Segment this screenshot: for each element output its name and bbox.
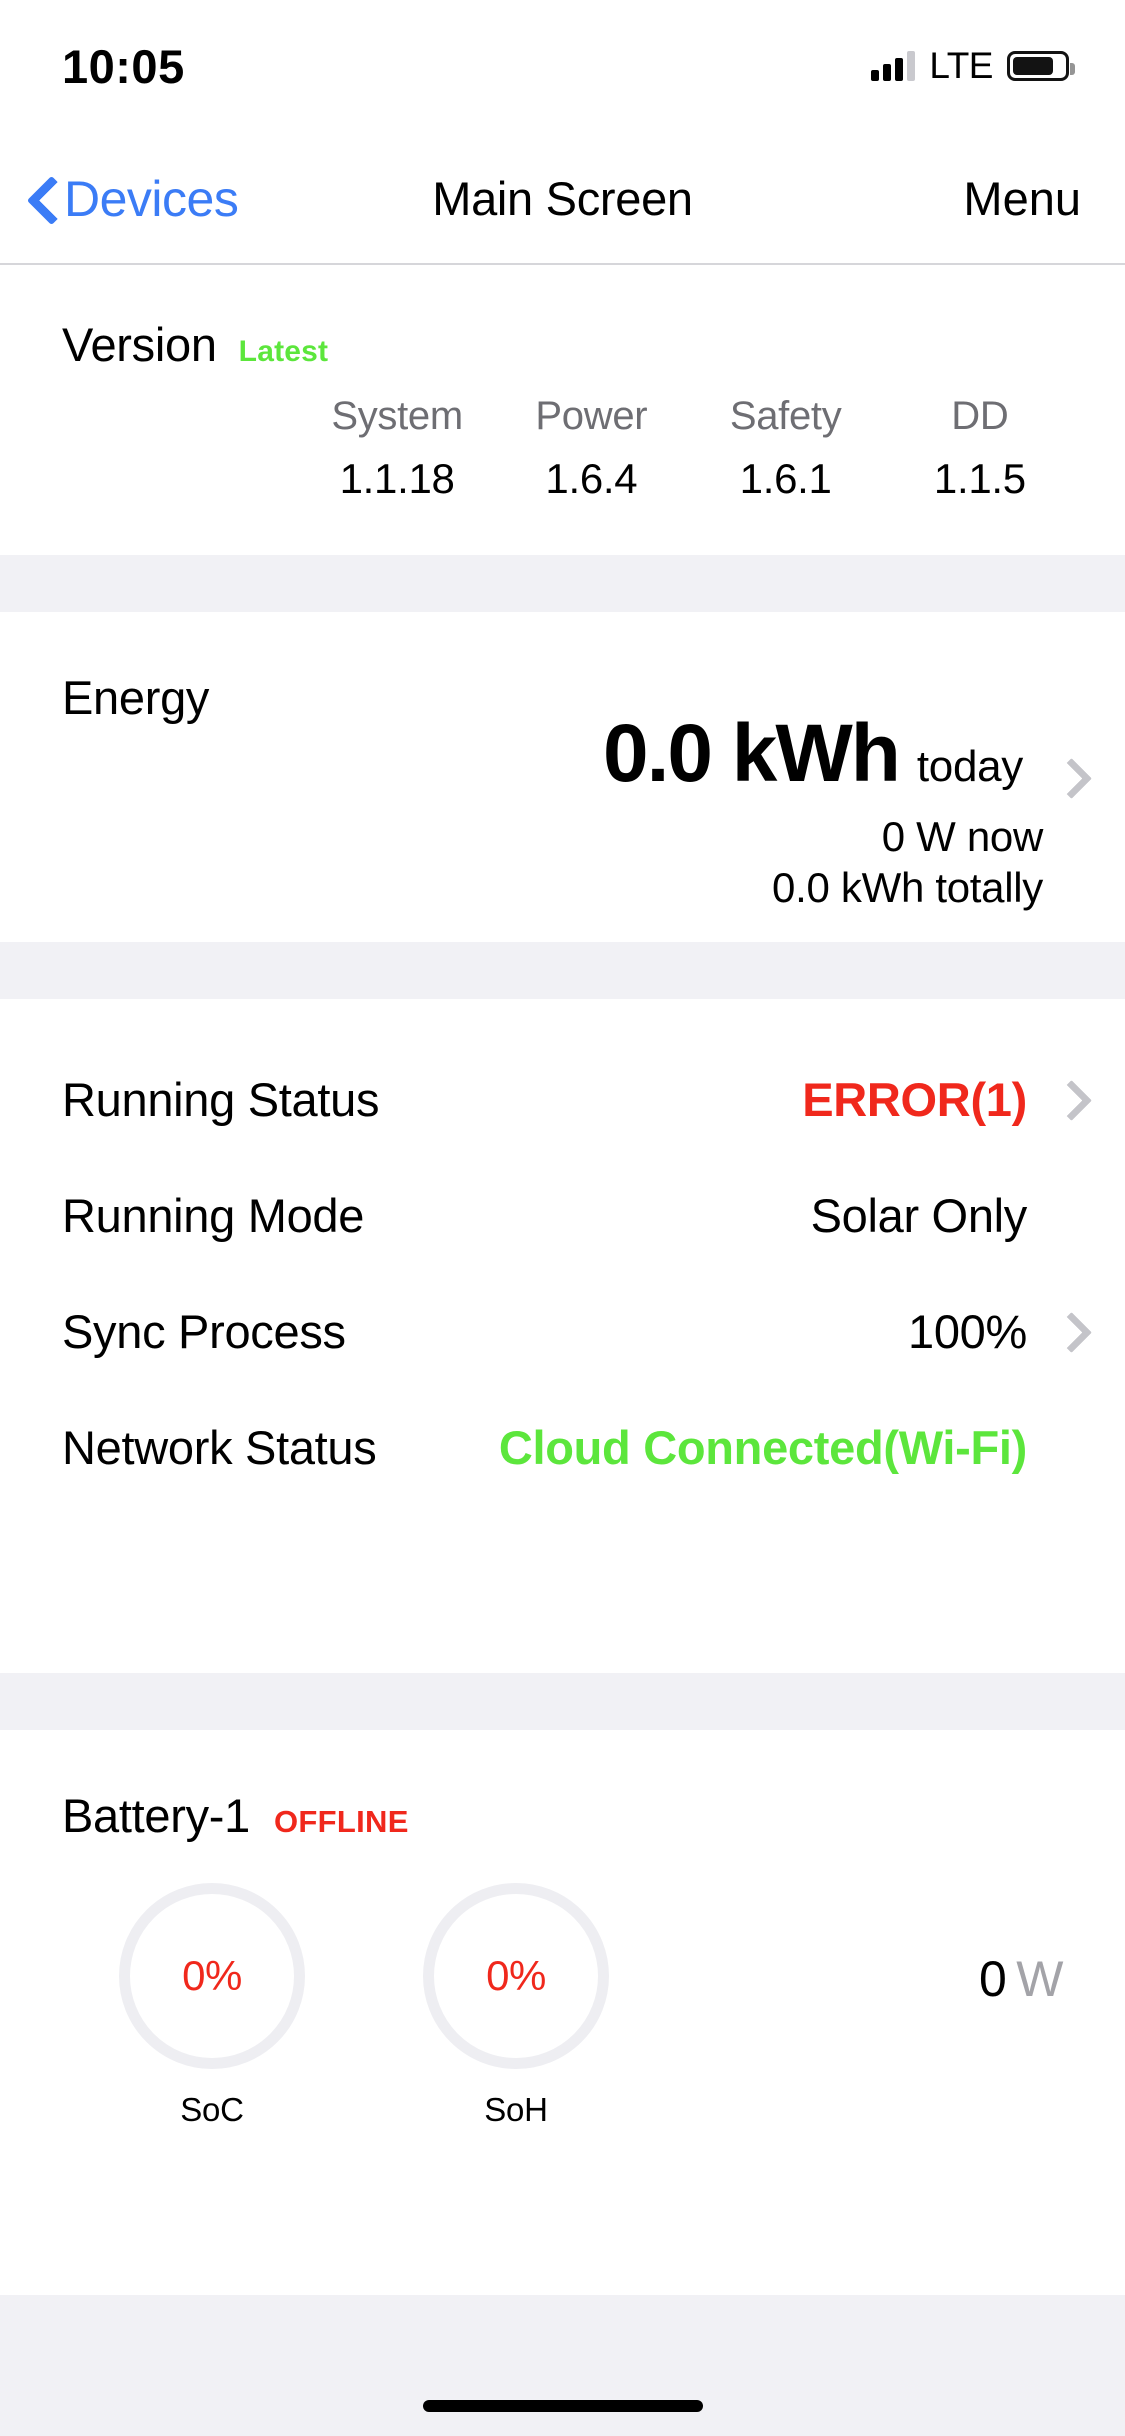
row-sync-process[interactable]: Sync Process 100%	[0, 1273, 1125, 1389]
version-label: Safety	[729, 394, 842, 438]
version-status-badge: Latest	[238, 335, 329, 368]
battery-power: 0 W	[978, 1950, 1064, 2062]
version-value: 1.1.18	[339, 455, 455, 502]
version-column-dd: DD 1.1.5	[883, 394, 1077, 503]
version-column-power: Power 1.6.4	[494, 394, 688, 503]
row-value: Solar Only	[810, 1188, 1028, 1242]
energy-today-suffix: today	[916, 742, 1023, 791]
row-label: Running Status	[62, 1072, 380, 1126]
battery-power-unit: W	[1016, 1951, 1063, 2007]
version-title: Version	[62, 318, 217, 371]
energy-today-value: 0.0 kWh	[602, 708, 901, 799]
chevron-right-icon[interactable]	[1057, 1080, 1079, 1118]
chevron-right-icon[interactable]	[1057, 758, 1079, 796]
gauge-ring: 0%	[119, 1883, 305, 2069]
gauge-label: SoH	[484, 2091, 548, 2128]
gauge-value: 0%	[486, 1952, 546, 1999]
status-bar-indicators: LTE	[871, 45, 1075, 87]
bottom-area	[0, 2295, 1125, 2436]
energy-sub-values: 0 W now 0.0 kWh totally	[0, 811, 1125, 913]
chevron-right-icon[interactable]	[1057, 1312, 1079, 1350]
row-label: Network Status	[62, 1420, 377, 1474]
battery-icon	[1007, 51, 1075, 81]
battery-gauges: 0% SoC 0% SoH 0 W	[0, 1843, 1125, 2129]
version-header: Version Latest	[0, 265, 1125, 372]
section-divider	[0, 1673, 1125, 1730]
battery-header: Battery-1 OFFLINE	[0, 1730, 1125, 1843]
energy-total-value: 0.0 kWh totally	[772, 864, 1043, 912]
gauge-ring: 0%	[423, 1883, 609, 2069]
energy-card[interactable]: Energy 0.0 kWh today 0 W now 0.0 kWh tot…	[0, 612, 1125, 942]
energy-now-value: 0 W now	[881, 813, 1044, 860]
home-indicator	[422, 2400, 703, 2412]
navigation-bar: Devices Main Screen Menu	[0, 132, 1125, 265]
status-badge: ERROR(1)	[802, 1072, 1027, 1126]
app-screen: 10:05 LTE Devices Main Screen Menu Versi…	[0, 0, 1125, 2436]
status-bar: 10:05 LTE	[0, 0, 1125, 132]
status-bar-time: 10:05	[62, 39, 185, 93]
version-value: 1.6.4	[545, 455, 638, 502]
version-grid: System 1.1.18 Power 1.6.4 Safety 1.6.1 D…	[0, 372, 1125, 503]
section-divider	[0, 555, 1125, 612]
version-card: Version Latest System 1.1.18 Power 1.6.4…	[0, 265, 1125, 555]
version-value: 1.6.1	[739, 455, 832, 502]
battery-status-badge: OFFLINE	[274, 1804, 409, 1839]
network-status-badge: Cloud Connected(Wi-Fi)	[498, 1420, 1027, 1474]
row-right: Solar Only	[811, 1188, 1079, 1243]
status-card: Running Status ERROR(1) Running Mode Sol…	[0, 999, 1125, 1673]
row-right: 100%	[908, 1304, 1079, 1359]
row-network-status: Network Status Cloud Connected(Wi-Fi)	[0, 1389, 1125, 1505]
row-label: Running Mode	[62, 1188, 365, 1242]
row-label: Sync Process	[62, 1304, 346, 1358]
gauge-soc: 0% SoC	[106, 1883, 318, 2129]
gauge-value: 0%	[182, 1952, 242, 1999]
version-label: Power	[535, 394, 648, 438]
gauge-label: SoC	[180, 2091, 244, 2128]
battery-card: Battery-1 OFFLINE 0% SoC 0% SoH 0 W	[0, 1730, 1125, 2295]
row-value: 100%	[907, 1304, 1027, 1358]
network-type-label: LTE	[929, 45, 993, 86]
version-column-system: System 1.1.18	[300, 394, 494, 503]
version-label: DD	[951, 394, 1009, 438]
gauge-soh: 0% SoH	[410, 1883, 622, 2129]
row-running-mode: Running Mode Solar Only	[0, 1157, 1125, 1273]
page-title: Main Screen	[432, 172, 693, 225]
battery-title: Battery-1	[62, 1789, 250, 1842]
row-right: ERROR(1)	[802, 1072, 1079, 1127]
battery-power-value: 0	[978, 1951, 1007, 2007]
menu-button[interactable]: Menu	[963, 132, 1081, 265]
version-label: System	[331, 394, 463, 438]
signal-bars-icon	[871, 51, 916, 81]
section-divider	[0, 942, 1125, 999]
row-right: Cloud Connected(Wi-Fi)	[499, 1420, 1079, 1475]
version-column-safety: Safety 1.6.1	[689, 394, 883, 503]
row-running-status[interactable]: Running Status ERROR(1)	[0, 1041, 1125, 1157]
version-value: 1.1.5	[933, 455, 1026, 502]
